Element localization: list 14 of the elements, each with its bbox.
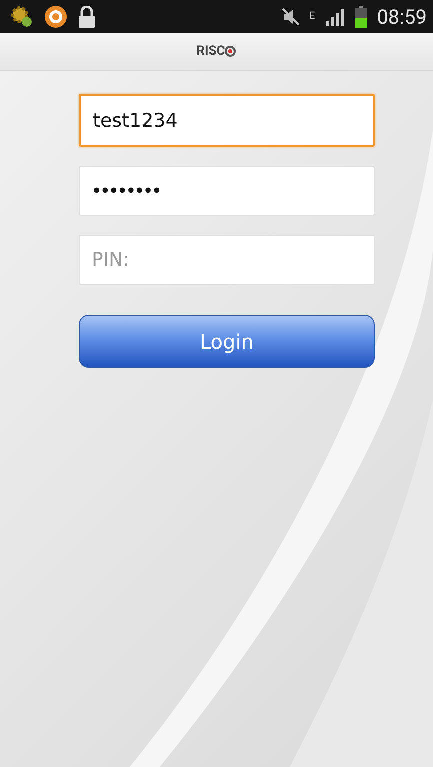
battery-icon (355, 6, 368, 28)
pin-field[interactable]: PIN: (79, 235, 375, 285)
network-type-indicator: E (310, 12, 316, 22)
login-button[interactable]: Login (79, 315, 375, 368)
target-logo-icon (225, 46, 236, 57)
username-field[interactable]: test1234 (79, 94, 375, 147)
logo-text: RISC (196, 44, 226, 59)
circle-icon (44, 4, 68, 28)
clock-time: 08:59 (377, 4, 427, 28)
signal-icon (325, 8, 346, 26)
password-field[interactable]: •••••••• (79, 166, 375, 216)
lock-icon (78, 6, 96, 28)
mute-icon (282, 8, 300, 26)
gear-icon (10, 4, 34, 28)
